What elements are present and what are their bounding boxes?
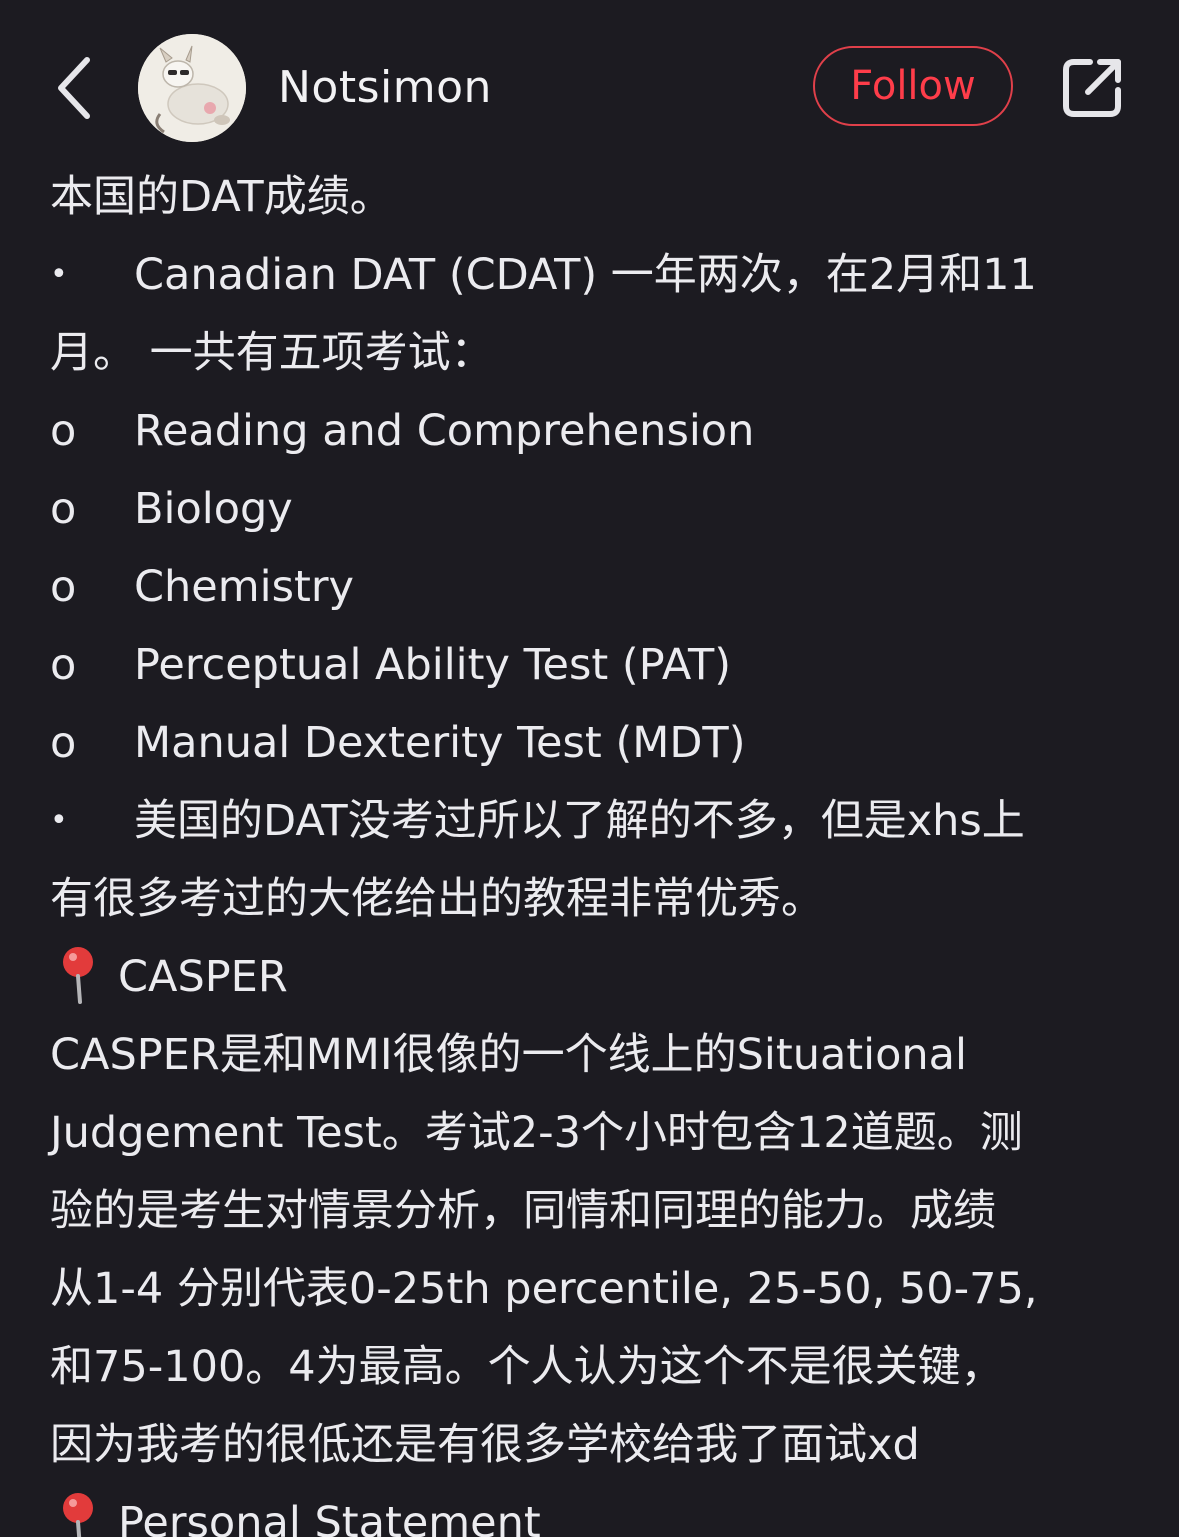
sub-marker: o [50,562,77,612]
back-chevron-icon [58,57,90,119]
sub-item-text: Biology [134,484,293,534]
post-body: 本国的DAT成绩。 • Canadian DAT (CDAT) 一年两次，在2月和… [50,158,1140,1537]
follow-button[interactable]: Follow [813,46,1013,126]
bullet-marker: • [50,257,68,292]
avatar[interactable] [138,34,246,142]
username[interactable]: Notsimon [278,60,492,116]
pushpin-icon [63,1492,93,1537]
text-line: 本国的DAT成绩。 [50,172,393,222]
text-line: 因为我考的很低还是有很多学校给我了面试xd [50,1420,920,1470]
avatar-image [138,34,246,142]
text-line: 从1-4 分别代表0-25th percentile, 25-50, 50-75… [50,1264,1038,1314]
back-button[interactable] [40,50,110,126]
text-line: 和75-100。4为最高。个人认为这个不是很关键， [50,1342,1004,1392]
bullet-line: • Canadian DAT (CDAT) 一年两次，在2月和11 [50,236,1140,314]
sub-item: o Chemistry [50,548,1140,626]
sub-marker: o [50,640,77,690]
sub-item: o Perceptual Ability Test (PAT) [50,626,1140,704]
section-heading: CASPER [50,938,1140,1016]
bullet-text: 美国的DAT没考过所以了解的不多，但是xhs上 [134,796,1025,846]
text-line: 验的是考生对情景分析，同情和同理的能力。成绩 [50,1186,996,1236]
sub-item: o Manual Dexterity Test (MDT) [50,704,1140,782]
bullet-text: Canadian DAT (CDAT) 一年两次，在2月和11 [134,250,1037,300]
bullet-line: • 美国的DAT没考过所以了解的不多，但是xhs上 [50,782,1140,860]
sub-marker: o [50,406,77,456]
section-title: CASPER [118,952,288,1002]
share-icon [1063,59,1121,117]
post-header: Notsimon Follow [0,0,1179,160]
text-line: 月。 一共有五项考试： [50,328,494,378]
sub-item: o Reading and Comprehension [50,392,1140,470]
sub-item: o Biology [50,470,1140,548]
sub-marker: o [50,484,77,534]
sub-marker: o [50,718,77,768]
sub-item-text: Perceptual Ability Test (PAT) [134,640,732,690]
section-heading: Personal Statement [50,1484,1140,1537]
sub-item-text: Chemistry [134,562,354,612]
section-title: Personal Statement [118,1498,541,1537]
share-button[interactable] [1058,52,1128,122]
text-line: CASPER是和MMI很像的一个线上的Situational [50,1030,967,1080]
text-line: Judgement Test。考试2-3个小时包含12道题。测 [50,1108,1023,1158]
bullet-marker: • [50,803,68,838]
sub-item-text: Reading and Comprehension [134,406,755,456]
pushpin-icon [63,946,93,1004]
sub-item-text: Manual Dexterity Test (MDT) [134,718,746,768]
text-line: 有很多考过的大佬给出的教程非常优秀。 [50,874,824,924]
